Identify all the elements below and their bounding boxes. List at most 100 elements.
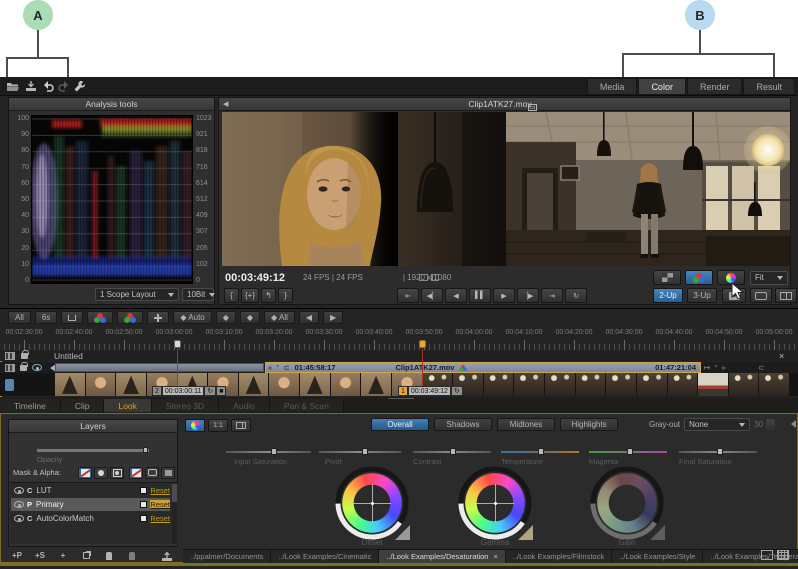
look-tab[interactable]: ../Look Examples/Cinematic bbox=[271, 550, 379, 563]
alpha-fill-button[interactable] bbox=[161, 467, 175, 479]
track-close-icon[interactable]: × bbox=[779, 351, 784, 361]
transport-button[interactable]: ◀▏ bbox=[421, 288, 443, 303]
visibility-eye-icon[interactable] bbox=[32, 364, 42, 371]
redo-icon[interactable] bbox=[56, 79, 71, 93]
edit-point-button[interactable]: { bbox=[224, 288, 239, 303]
tab-look[interactable]: Look bbox=[104, 399, 151, 412]
slider-final-saturation[interactable]: Final Saturation bbox=[679, 447, 757, 469]
film-thumbnail[interactable] bbox=[514, 373, 545, 396]
transport-button[interactable]: ▕▶ bbox=[517, 288, 539, 303]
stepper-icon[interactable] bbox=[766, 419, 775, 430]
layer-list-scrollbar[interactable] bbox=[172, 484, 177, 544]
trim-right-icons[interactable]: ↦ ° » bbox=[704, 363, 727, 372]
mask-shape-button[interactable] bbox=[110, 467, 124, 479]
open-folder-icon[interactable] bbox=[5, 79, 20, 93]
timeline-ruler-ticks[interactable] bbox=[0, 339, 798, 350]
film-thumbnail[interactable] bbox=[269, 373, 300, 396]
layer-reset-link[interactable]: Reset bbox=[150, 486, 170, 495]
timeline-tool-button[interactable]: ▶ bbox=[323, 311, 343, 324]
scope-layout-dropdown[interactable]: 1 Scope Layout bbox=[95, 288, 179, 301]
three-up-button[interactable]: 3-Up bbox=[687, 288, 717, 303]
opacity-slider[interactable] bbox=[37, 449, 149, 452]
track-film-icon[interactable] bbox=[5, 352, 15, 360]
film-thumbnail[interactable] bbox=[545, 373, 576, 396]
alpha-off-button[interactable] bbox=[129, 467, 143, 479]
edit-point-button[interactable]: ↰ bbox=[261, 288, 276, 303]
look-tab[interactable]: ../Look Examples/Filmstock bbox=[506, 550, 612, 563]
range-tab-overall[interactable]: Overall bbox=[371, 418, 429, 431]
layer-row-autocolormatch[interactable]: C AutoColorMatch Reset bbox=[11, 512, 170, 525]
look-view-list-icon[interactable] bbox=[761, 550, 773, 560]
transport-button[interactable]: ▶ bbox=[493, 288, 515, 303]
loop-icon[interactable]: ↻ bbox=[204, 386, 216, 396]
two-up-button[interactable]: 2-Up bbox=[653, 288, 683, 303]
tab-render[interactable]: Render bbox=[687, 78, 743, 95]
fit-dropdown[interactable]: Fit bbox=[750, 271, 788, 285]
split-view-button[interactable] bbox=[775, 288, 797, 303]
loop-icon[interactable]: ↻ bbox=[451, 386, 463, 396]
layer-row-primary[interactable]: P Primary Reset bbox=[11, 498, 170, 511]
panel-collapse-icon[interactable] bbox=[787, 420, 796, 428]
alpha-rect-button[interactable] bbox=[145, 467, 159, 479]
rgb-view-button[interactable] bbox=[685, 270, 713, 285]
add-secondary-button[interactable]: +S bbox=[32, 550, 48, 562]
layers-panel-title[interactable]: Layers bbox=[9, 420, 177, 433]
match-mode-button[interactable]: 1:1 bbox=[208, 419, 228, 432]
layer-row-lut[interactable]: C LUT Reset bbox=[11, 484, 170, 497]
tab-audio[interactable]: Audio bbox=[219, 399, 270, 412]
track-lock-icon[interactable] bbox=[21, 353, 28, 359]
tab-media[interactable]: Media bbox=[587, 78, 638, 95]
film-thumbnail[interactable] bbox=[484, 373, 515, 396]
film-thumbnail[interactable] bbox=[55, 373, 86, 396]
grayout-dropdown[interactable]: None bbox=[684, 418, 750, 431]
close-icon[interactable]: × bbox=[493, 552, 497, 561]
clip-name[interactable]: Clip1ATK27.mov bbox=[396, 363, 455, 372]
edit-point-button[interactable]: {+} bbox=[241, 288, 259, 303]
look-tab[interactable]: ../Look Examples/Desaturation× bbox=[379, 550, 506, 563]
undo-icon[interactable] bbox=[41, 79, 56, 93]
film-thumbnail[interactable] bbox=[331, 373, 362, 396]
inout-icon[interactable] bbox=[61, 311, 83, 324]
clip-bar-selected[interactable]: « ° ⊂ 01:45:58:17 Clip1ATK27.mov 01:47:2… bbox=[265, 362, 701, 373]
layer-checkbox[interactable] bbox=[140, 487, 147, 494]
add-layer-button[interactable]: + bbox=[55, 550, 71, 562]
film-thumbnail[interactable] bbox=[576, 373, 607, 396]
film-thumbnail[interactable] bbox=[116, 373, 147, 396]
offset-wheel[interactable] bbox=[335, 466, 409, 540]
add-primary-button[interactable]: +P bbox=[9, 550, 25, 562]
eye-icon[interactable] bbox=[14, 487, 24, 494]
film-thumbnail[interactable] bbox=[729, 373, 760, 396]
node-icon[interactable] bbox=[124, 550, 140, 562]
tab-timeline[interactable]: Timeline bbox=[0, 399, 61, 412]
waveform-scope[interactable] bbox=[31, 115, 193, 284]
look-view-grid-icon[interactable] bbox=[777, 550, 789, 560]
mask-off-button[interactable] bbox=[78, 467, 92, 479]
playhead-handle-secondary[interactable] bbox=[174, 340, 181, 348]
timeline-tool-button[interactable]: All bbox=[8, 311, 31, 324]
mask-circle-button[interactable] bbox=[94, 467, 108, 479]
eye-icon[interactable] bbox=[14, 515, 24, 522]
timeline-tool-button[interactable]: ◆ All bbox=[264, 311, 295, 324]
clip-track-lock-icon[interactable] bbox=[20, 365, 27, 371]
wrench-icon[interactable] bbox=[72, 79, 87, 93]
tab-stereo-3d[interactable]: Stereo 3D bbox=[152, 399, 219, 412]
transport-button[interactable]: ⇤ bbox=[397, 288, 419, 303]
rgb-icon[interactable] bbox=[117, 311, 143, 324]
marker-badge-secondary[interactable]: 200:03:00:11↻■ bbox=[152, 386, 226, 396]
layer-reset-link[interactable]: Reset bbox=[150, 514, 170, 523]
gamma-wheel[interactable] bbox=[458, 466, 532, 540]
film-thumbnail[interactable] bbox=[637, 373, 668, 396]
tab-color[interactable]: Color bbox=[638, 78, 686, 95]
add-node-icon[interactable] bbox=[101, 550, 117, 562]
timeline-tool-button[interactable]: ◆ bbox=[216, 311, 236, 324]
tab-clip[interactable]: Clip bbox=[61, 399, 105, 412]
lr-compare-button[interactable] bbox=[231, 419, 251, 432]
range-tab-highlights[interactable]: Highlights bbox=[560, 418, 618, 431]
import-icon[interactable] bbox=[23, 79, 38, 93]
timeline-tool-button[interactable]: 6s bbox=[35, 311, 57, 324]
trim-left-icons[interactable]: « ° ⊂ bbox=[268, 363, 291, 372]
film-thumbnail[interactable] bbox=[300, 373, 331, 396]
film-thumbnail[interactable] bbox=[606, 373, 637, 396]
look-tab[interactable]: ../Look Examples/Style bbox=[612, 550, 703, 563]
eye-icon[interactable] bbox=[14, 501, 24, 508]
